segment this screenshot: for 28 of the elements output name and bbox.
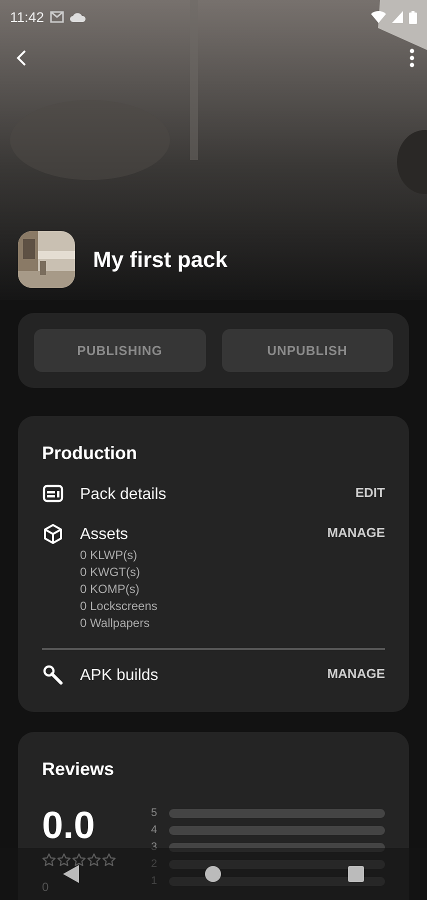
- rating-label: 4: [151, 824, 158, 837]
- home-icon[interactable]: [205, 866, 222, 882]
- star-icon: [42, 853, 56, 867]
- cube-icon: [42, 523, 64, 545]
- star-icon: [57, 853, 71, 867]
- asset-count: 0 KWGT(s): [80, 564, 141, 581]
- asset-count: 0 Lockscreens: [80, 598, 158, 615]
- back-icon[interactable]: [63, 865, 80, 883]
- section-title: Production: [42, 442, 138, 465]
- recents-icon[interactable]: [348, 866, 364, 882]
- rating-label: 5: [151, 807, 158, 820]
- asset-count: 0 KOMP(s): [80, 581, 140, 598]
- star-icon: [72, 853, 86, 867]
- item-label: APK builds: [80, 666, 160, 686]
- action-link[interactable]: MANAGE: [327, 664, 385, 684]
- wrench-icon: [42, 664, 64, 686]
- rating-value: 0.0: [42, 807, 96, 845]
- details-icon: [42, 483, 64, 505]
- action-link[interactable]: EDIT: [355, 483, 385, 502]
- item-label: Pack details: [80, 485, 168, 505]
- star-icon: [102, 853, 116, 867]
- star-icon: [87, 853, 101, 867]
- asset-count: 0 KLWP(s): [80, 547, 138, 564]
- rating-label: 3: [151, 841, 158, 854]
- section-title: Reviews: [42, 758, 116, 781]
- item-label: Assets: [80, 525, 130, 545]
- asset-count: 0 Wallpapers: [80, 615, 151, 632]
- action-link[interactable]: MANAGE: [327, 523, 385, 542]
